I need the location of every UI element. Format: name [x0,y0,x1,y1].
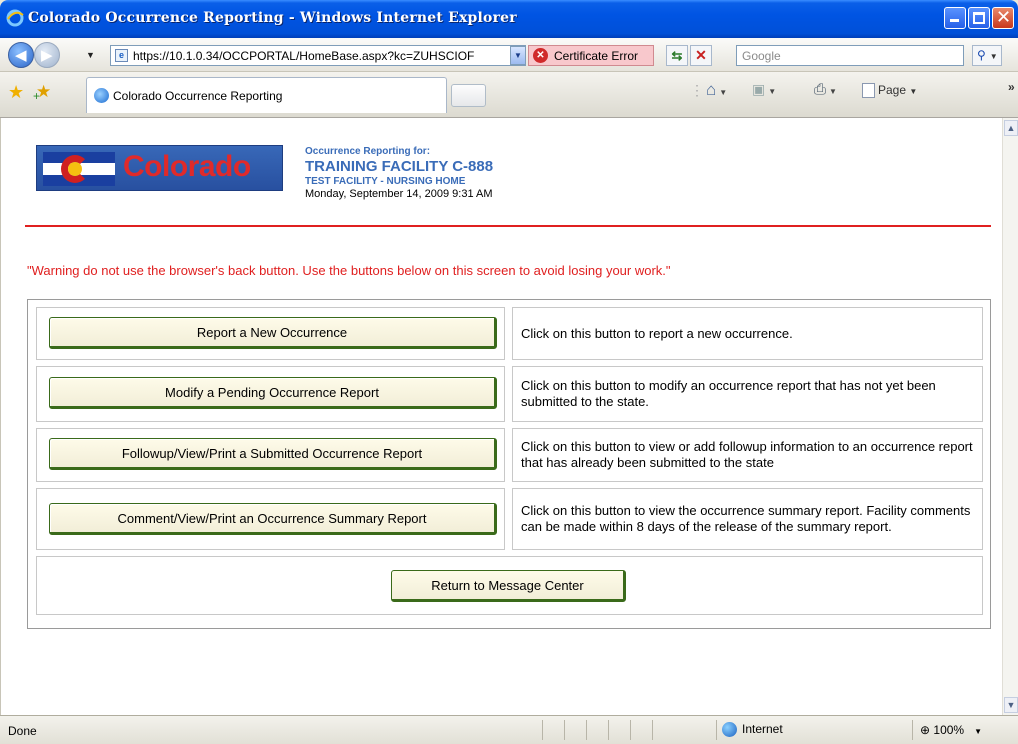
return-cell: Return to Message Center [36,556,983,615]
address-dropdown-button[interactable]: ▼ [510,46,526,65]
window-title-bar[interactable]: Colorado Occurrence Reporting - Windows … [0,0,1018,38]
page-icon: e [115,49,128,62]
home-button[interactable]: ⌂ ▼ [706,80,727,100]
certificate-error-label: Certificate Error [554,49,639,63]
action-description: Click on this button to modify an occurr… [512,366,983,422]
status-separator [652,720,653,740]
forward-arrow-icon: ▶ [41,46,53,64]
actions-panel: Report a New Occurrence Click on this bu… [27,299,991,629]
status-separator [912,720,913,740]
status-separator [586,720,587,740]
toolbar-overflow-chevron-icon[interactable]: » [1008,80,1015,94]
favorites-star-icon[interactable]: ★ [8,82,24,103]
minimize-button[interactable] [944,7,966,29]
page-menu-icon [862,83,875,99]
stop-button[interactable]: ✕ [690,45,712,66]
logo-wordmark: Colorado [123,150,251,183]
new-tab-button[interactable] [451,84,486,107]
ie-tab-icon [94,88,109,103]
print-button[interactable]: ⎙ ▼ [814,81,837,98]
minimize-icon [950,19,959,22]
print-dropdown-icon[interactable]: ▼ [829,87,837,96]
recent-pages-dropdown-icon[interactable]: ▼ [86,50,95,60]
vertical-scrollbar[interactable]: ▲ ▼ [1002,118,1018,715]
status-bar: Done Internet ⊕ 100% ▼ [0,715,1018,744]
action-button-cell: Followup/View/Print a Submitted Occurren… [36,428,505,482]
toolbar-separator: ⋮ [690,82,704,98]
status-separator [716,720,717,740]
forward-button[interactable]: ▶ [34,42,60,68]
return-to-message-center-button[interactable]: Return to Message Center [391,570,626,602]
facility-type: TEST FACILITY - NURSING HOME [305,176,466,187]
comment-summary-report-button[interactable]: Comment/View/Print an Occurrence Summary… [49,503,497,535]
colorado-logo: Colorado [36,145,283,191]
address-bar[interactable]: e https://10.1.0.34/OCCPORTAL/HomeBase.a… [110,45,526,66]
scroll-up-arrow-icon[interactable]: ▲ [1004,120,1018,136]
tab-colorado-occurrence[interactable]: Colorado Occurrence Reporting [86,77,447,113]
back-button-warning: "Warning do not use the browser's back b… [27,263,671,278]
back-arrow-icon: ◀ [15,46,27,64]
action-button-cell: Report a New Occurrence [36,307,505,360]
tab-toolbar: ★ ★ + Colorado Occurrence Reporting ⋮ ⌂ ▼ … [0,72,1018,118]
facility-name: TRAINING FACILITY C-888 [305,158,494,175]
status-separator [564,720,565,740]
maximize-icon [973,12,985,24]
search-button[interactable]: ⚲ ▼ [972,45,1002,66]
status-separator [630,720,631,740]
header-divider [25,225,991,227]
action-description: Click on this button to report a new occ… [512,307,983,360]
globe-icon [722,722,737,738]
modify-pending-report-button[interactable]: Modify a Pending Occurrence Report [49,377,497,409]
close-icon: ✕ [996,7,1012,28]
zone-label: Internet [742,722,783,736]
search-box[interactable]: Google [736,45,964,66]
action-button-cell: Modify a Pending Occurrence Report [36,366,505,422]
feeds-button[interactable]: ▣ ▼ [752,81,776,98]
action-description: Click on this button to view the occurre… [512,488,983,550]
status-separator [608,720,609,740]
back-button[interactable]: ◀ [8,42,34,68]
zoom-dropdown-icon[interactable]: ▼ [974,727,982,736]
zoom-control[interactable]: ⊕ 100% ▼ [920,723,982,737]
action-description: Click on this button to view or add foll… [512,428,983,482]
page-content: Colorado Occurrence Reporting for: TRAIN… [0,118,1002,715]
refresh-button[interactable]: ⇆ [666,45,688,66]
search-placeholder: Google [742,49,781,63]
reporting-for-label: Occurrence Reporting for: [305,146,431,157]
printer-icon: ⎙ [814,81,827,98]
feeds-dropdown-icon[interactable]: ▼ [768,87,776,96]
add-favorites-icon[interactable]: ★ + [33,82,51,103]
feeds-icon: ▣ [752,81,766,97]
certificate-error-icon: ✕ [533,48,548,63]
home-dropdown-icon[interactable]: ▼ [719,88,727,97]
page-menu-label: Page [878,83,907,97]
colorado-flag-icon [43,152,115,186]
page-dropdown-icon: ▼ [909,87,918,96]
tab-label: Colorado Occurrence Reporting [113,89,283,103]
home-icon: ⌂ [706,80,717,99]
report-new-occurrence-button[interactable]: Report a New Occurrence [49,317,497,349]
status-separator [542,720,543,740]
window-title: Colorado Occurrence Reporting - Windows … [28,10,517,26]
certificate-error-button[interactable]: ✕ Certificate Error [528,45,654,66]
zoom-level: 100% [933,723,965,737]
scroll-down-arrow-icon[interactable]: ▼ [1004,697,1018,713]
followup-submitted-report-button[interactable]: Followup/View/Print a Submitted Occurren… [49,438,497,470]
action-button-cell: Comment/View/Print an Occurrence Summary… [36,488,505,550]
current-datetime: Monday, September 14, 2009 9:31 AM [305,188,493,200]
address-input[interactable]: https://10.1.0.34/OCCPORTAL/HomeBase.asp… [133,49,521,63]
close-button[interactable]: ✕ [992,7,1014,29]
zoom-icon: ⊕ [920,723,931,737]
search-options-icon[interactable]: ▼ [990,52,998,61]
page-menu-button[interactable]: Page ▼ [862,83,918,99]
maximize-button[interactable] [968,7,990,29]
status-text: Done [8,724,37,738]
search-icon: ⚲ [977,48,986,62]
ie-icon [6,9,24,27]
security-zone[interactable]: Internet [722,722,783,738]
address-toolbar: ◀ ▶ ▼ e https://10.1.0.34/OCCPORTAL/Home… [0,38,1018,72]
